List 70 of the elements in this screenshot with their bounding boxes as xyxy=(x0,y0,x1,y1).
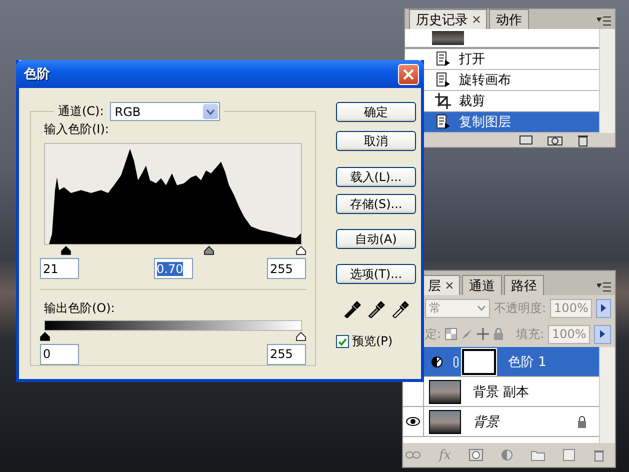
scrollbar[interactable] xyxy=(599,347,615,443)
document-icon xyxy=(435,114,451,130)
panel-tab[interactable]: 层 xyxy=(421,275,460,295)
close-icon[interactable] xyxy=(446,282,453,289)
fill-label: 填充: xyxy=(516,326,544,342)
channel-dropdown[interactable]: RGB xyxy=(110,102,220,121)
link-icon xyxy=(453,356,459,368)
eyedropper-icon[interactable] xyxy=(391,300,409,318)
chevron-down-icon xyxy=(206,108,215,114)
eyedropper-icon[interactable] xyxy=(343,300,361,318)
trash-icon[interactable] xyxy=(577,133,589,147)
dialog-button[interactable]: 选项(T)... xyxy=(336,264,416,284)
adjustment-layer-icon xyxy=(431,356,443,368)
mask-icon[interactable] xyxy=(469,449,484,461)
level-input-field[interactable]: 0 xyxy=(40,344,79,365)
dialog-button[interactable]: 确定 xyxy=(336,102,416,122)
menu-icon[interactable] xyxy=(597,282,611,292)
dialog-button[interactable]: 取消 xyxy=(336,131,416,151)
opacity-label: 不透明度: xyxy=(494,300,546,316)
dialog-button[interactable]: 载入(L)... xyxy=(336,167,416,187)
slider-handle[interactable] xyxy=(296,332,306,341)
panel-tab[interactable]: 历史记录 xyxy=(409,9,487,29)
lock-transparency-icon[interactable] xyxy=(445,328,458,340)
folder-icon[interactable] xyxy=(531,450,546,460)
play-icon xyxy=(601,304,606,312)
level-input-field[interactable]: 255 xyxy=(267,258,306,280)
snapshot-icon[interactable] xyxy=(519,134,533,146)
layer-thumbnail[interactable] xyxy=(429,410,461,434)
output-levels-label: 输出色阶(O): xyxy=(44,300,116,318)
lock-icon[interactable] xyxy=(493,328,504,340)
layer-row[interactable]: 背景 副本 xyxy=(403,377,599,407)
arrow-button[interactable] xyxy=(596,298,611,318)
close-button[interactable] xyxy=(398,64,419,84)
preview-checkbox[interactable]: 预览(P) xyxy=(336,333,416,350)
camera-icon[interactable] xyxy=(547,134,563,146)
document-icon xyxy=(435,51,451,67)
adjustment-icon[interactable] xyxy=(501,449,514,461)
crop-icon xyxy=(435,93,451,109)
menu-icon[interactable] xyxy=(597,16,611,26)
slider-handle[interactable] xyxy=(296,246,306,255)
eyedropper-icon[interactable] xyxy=(367,300,385,318)
arrow-button[interactable] xyxy=(594,324,611,344)
layer-row[interactable]: 背景 xyxy=(403,407,599,437)
document-icon xyxy=(435,72,451,88)
dropdown-button[interactable] xyxy=(202,104,218,119)
eye-icon[interactable] xyxy=(406,417,420,426)
play-icon xyxy=(600,330,605,338)
panel-tab[interactable]: 路径 xyxy=(504,275,544,295)
panel-tab[interactable]: 通道 xyxy=(462,275,502,295)
layer-mask-thumbnail[interactable] xyxy=(462,348,496,374)
new-layer-icon[interactable] xyxy=(562,449,575,461)
move-icon[interactable] xyxy=(477,328,490,340)
channel-label: 通道(C): xyxy=(58,103,104,120)
lock-label: 定: xyxy=(425,326,442,342)
checkmark-icon xyxy=(338,338,347,346)
panel-tab[interactable]: 动作 xyxy=(489,9,529,29)
window-title: 色阶 xyxy=(24,66,50,83)
level-input-field[interactable]: 21 xyxy=(40,258,79,280)
slider-handle[interactable] xyxy=(40,332,50,341)
level-input-field[interactable]: 0.70 xyxy=(154,258,192,280)
input-levels-label: 输入色阶(I): xyxy=(44,121,110,138)
scrollbar[interactable] xyxy=(599,29,615,133)
level-input-field[interactable]: 255 xyxy=(267,344,306,365)
close-icon xyxy=(403,68,414,80)
dialog-button[interactable]: 存储(S)... xyxy=(336,194,416,214)
chevron-down-icon xyxy=(477,305,486,311)
close-icon[interactable] xyxy=(473,16,480,23)
snapshot-thumbnail[interactable] xyxy=(432,31,464,45)
layer-thumbnail[interactable] xyxy=(429,380,461,404)
dialog-button[interactable]: 自动(A) xyxy=(336,229,416,249)
